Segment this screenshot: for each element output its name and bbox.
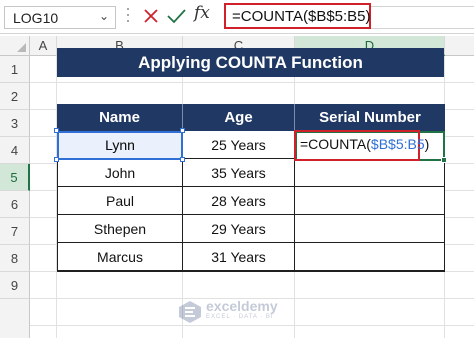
gridline (30, 82, 474, 83)
cell-serial-number[interactable] (295, 243, 445, 271)
formula-input[interactable]: =COUNTA($B$5:B5) (224, 3, 371, 29)
row-header-2[interactable]: 2 (0, 83, 30, 110)
select-all-triangle-icon (17, 43, 26, 52)
watermark-tagline: EXCEL · DATA · BI (206, 314, 274, 320)
cell-age[interactable]: 31 Years (183, 243, 295, 271)
formula-input-extension[interactable] (371, 6, 474, 29)
fill-handle[interactable] (441, 157, 447, 163)
row-header-6[interactable]: 6 (0, 191, 30, 218)
formula-text: =COUNTA($B$5:B5) (232, 8, 371, 25)
exceldemy-logo-icon (179, 301, 201, 323)
cell-edit-box[interactable]: =COUNTA($B$5:B5) (294, 130, 429, 161)
watermark-logo: exceldemy EXCEL · DATA · BI (178, 298, 308, 328)
cell-age[interactable]: 35 Years (183, 159, 295, 187)
row-header-8[interactable]: 8 (0, 245, 30, 272)
watermark-name: exceldemy (206, 298, 278, 314)
range-handle-icon[interactable] (180, 128, 185, 133)
formula-bar: LOG10 ⌄ fx =COUNTA($B$5:B5) (0, 0, 474, 34)
insert-function-button[interactable]: fx (194, 3, 210, 23)
row-header-9[interactable]: 9 (0, 272, 30, 299)
range-handle-icon[interactable] (54, 128, 59, 133)
column-header-e[interactable] (445, 36, 474, 56)
row-header-3[interactable]: 3 (0, 110, 30, 137)
cell-age[interactable]: 25 Years (183, 131, 295, 159)
cell-serial-number[interactable] (295, 215, 445, 243)
cell-name[interactable]: Marcus (57, 243, 183, 271)
cell-serial-number[interactable] (295, 159, 445, 187)
name-box[interactable]: LOG10 ⌄ (4, 6, 116, 29)
row-header-4[interactable]: 4 (0, 137, 30, 164)
header-age[interactable]: Age (183, 104, 295, 131)
select-all-button[interactable] (0, 36, 30, 56)
cell-name[interactable]: Sthepen (57, 215, 183, 243)
row-header-7[interactable]: 7 (0, 218, 30, 245)
cell-name[interactable]: John (57, 159, 183, 187)
range-handle-icon[interactable] (54, 157, 59, 162)
column-header-a[interactable]: A (30, 36, 57, 56)
row-header-5[interactable]: 5 (0, 164, 30, 191)
cancel-icon[interactable] (140, 4, 162, 28)
row-header-10[interactable] (0, 299, 30, 338)
cell-serial-number[interactable] (295, 187, 445, 215)
name-box-value: LOG10 (13, 10, 59, 26)
sheet-title[interactable]: Applying COUNTA Function (57, 48, 444, 77)
check-icon[interactable] (165, 4, 187, 28)
cell-age[interactable]: 28 Years (183, 187, 295, 215)
drag-handle-icon[interactable] (126, 8, 130, 26)
cell-age[interactable]: 29 Years (183, 215, 295, 243)
chevron-down-icon[interactable]: ⌄ (99, 9, 109, 23)
cell-formula: =COUNTA($B$5:B5) (300, 136, 430, 152)
row-header-1[interactable]: 1 (0, 56, 30, 83)
range-handle-icon[interactable] (180, 157, 185, 162)
header-name[interactable]: Name (57, 104, 183, 131)
cell-name[interactable]: Paul (57, 187, 183, 215)
header-serial-number[interactable]: Serial Number (295, 104, 445, 131)
cell-name-selected[interactable]: Lynn (59, 133, 181, 158)
